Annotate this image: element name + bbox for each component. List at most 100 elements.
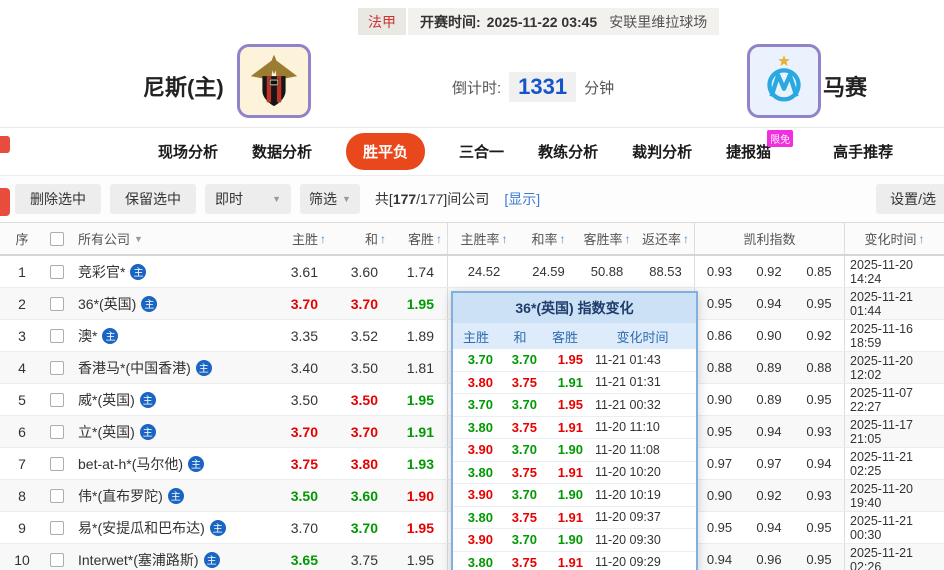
col-home-odds[interactable]: 主胜 ↑ [282, 223, 332, 254]
row-checkbox[interactable] [50, 488, 64, 503]
home-odds[interactable]: 3.70 [282, 512, 332, 543]
company-name[interactable]: 36*(英国) 主 [70, 288, 282, 319]
col-draw-rate[interactable]: 和率 ↑ [520, 223, 577, 254]
row-checkbox[interactable] [50, 456, 64, 471]
kelly-home: 0.95 [694, 288, 744, 319]
draw-odds[interactable]: 3.70 [332, 288, 392, 319]
company-name[interactable]: 竞彩官* 主 [70, 256, 282, 287]
home-main-badge: 主 [102, 327, 119, 344]
away-odds[interactable]: 1.81 [392, 352, 447, 383]
row-checkbox[interactable] [50, 424, 64, 439]
company-name[interactable]: 香港马*(中国香港) 主 [70, 352, 282, 383]
away-odds[interactable]: 1.93 [392, 448, 447, 479]
col-payout-rate[interactable]: 返还率 ↑ [637, 223, 694, 254]
tab-live-analysis[interactable]: 现场分析 [158, 141, 218, 162]
popup-row: 3.80 3.75 1.91 11-20 09:37 [453, 507, 696, 529]
away-odds[interactable]: 1.95 [392, 544, 447, 570]
row-checkbox[interactable] [50, 296, 64, 311]
tab-three-in-one[interactable]: 三合一 [459, 141, 504, 162]
row-checkbox-cell [44, 448, 70, 479]
tab-expert-picks[interactable]: 高手推荐 [833, 141, 893, 162]
home-odds[interactable]: 3.61 [282, 256, 332, 287]
kelly-draw: 0.90 [756, 328, 782, 343]
settings-button[interactable]: 设置/选 [876, 184, 944, 214]
tab-coach-analysis[interactable]: 教练分析 [538, 141, 598, 162]
home-odds[interactable]: 3.65 [282, 544, 332, 570]
tab-data-analysis[interactable]: 数据分析 [252, 141, 312, 162]
company-label: 威*(英国) [78, 391, 135, 408]
tab-referee-analysis[interactable]: 裁判分析 [632, 141, 692, 162]
col-away-rate[interactable]: 客胜率 ↑ [577, 223, 637, 254]
away-odds[interactable]: 1.95 [392, 512, 447, 543]
col-change-time[interactable]: 变化时间 ↑ [844, 223, 944, 254]
company-name[interactable]: 澳* 主 [70, 320, 282, 351]
company-name[interactable]: 威*(英国) 主 [70, 384, 282, 415]
home-odds[interactable]: 3.70 [282, 288, 332, 319]
row-checkbox[interactable] [50, 264, 64, 279]
away-odds[interactable]: 1.89 [392, 320, 447, 351]
draw-odds[interactable]: 3.52 [332, 320, 392, 351]
row-index: 8 [18, 487, 26, 504]
company-name[interactable]: bet-at-h*(马尔他) 主 [70, 448, 282, 479]
popup-change-time: 11-21 01:43 [595, 352, 661, 367]
tab-label: 数据分析 [252, 144, 313, 161]
draw-odds[interactable]: 3.70 [332, 416, 392, 447]
home-odds[interactable]: 3.35 [282, 320, 332, 351]
col-home-rate[interactable]: 主胜率 ↑ [447, 223, 520, 254]
row-checkbox[interactable] [50, 360, 64, 375]
time-mode-select[interactable]: 即时 ▼ [205, 184, 291, 214]
header-checkbox[interactable] [50, 231, 64, 246]
away-team-crest [747, 44, 821, 118]
home-odds[interactable]: 3.50 [282, 480, 332, 511]
home-odds[interactable]: 3.50 [282, 384, 332, 415]
away-odds[interactable]: 1.74 [392, 256, 447, 287]
tab-jiebao-cat[interactable]: 捷报猫 限免 [726, 130, 794, 162]
company-name[interactable]: 立*(英国) 主 [70, 416, 282, 447]
company-name[interactable]: Interwet*(塞浦路斯) 主 [70, 544, 282, 570]
away-odds[interactable]: 1.95 [392, 288, 447, 319]
company-name[interactable]: 伟*(直布罗陀) 主 [70, 480, 282, 511]
home-main-badge: 主 [167, 487, 184, 504]
show-link[interactable]: [显示] [504, 189, 540, 209]
draw-odds[interactable]: 3.50 [332, 352, 392, 383]
row-checkbox[interactable] [50, 392, 64, 407]
left-edge-widget[interactable] [0, 188, 10, 216]
tab-label: 裁判分析 [632, 144, 693, 161]
away-odds[interactable]: 1.95 [392, 384, 447, 415]
popup-col-time: 变化时间 [616, 329, 669, 345]
draw-odds[interactable]: 3.80 [332, 448, 392, 479]
home-main-badge: 主 [188, 455, 205, 472]
kelly-home: 0.95 [694, 416, 744, 447]
col-away-odds[interactable]: 客胜 ↑ [392, 223, 447, 254]
delete-selected-button[interactable]: 删除选中 [15, 184, 101, 214]
popup-change-time: 11-20 10:19 [595, 487, 661, 502]
home-odds[interactable]: 3.70 [282, 416, 332, 447]
col-draw-odds[interactable]: 和 ↑ [332, 223, 392, 254]
popup-change-time: 11-20 11:10 [595, 420, 660, 435]
company-label: 伟*(直布罗陀) [78, 487, 163, 504]
table-header-row: 序 所有公司 ▼ 主胜 ↑ 和 ↑ 客胜 ↑ 主胜率 ↑ 和率 ↑ 客胜率 ↑ 返还率 ↑ 凯利… [0, 222, 944, 256]
draw-odds[interactable]: 3.60 [332, 256, 392, 287]
row-checkbox-cell [44, 480, 70, 511]
row-checkbox[interactable] [50, 552, 64, 567]
keep-selected-button[interactable]: 保留选中 [110, 184, 196, 214]
draw-odds[interactable]: 3.75 [332, 544, 392, 570]
away-odds[interactable]: 1.90 [392, 480, 447, 511]
col-company[interactable]: 所有公司 ▼ [70, 223, 282, 254]
row-checkbox[interactable] [50, 520, 64, 535]
left-edge-widget[interactable] [0, 136, 10, 153]
home-odds[interactable]: 3.40 [282, 352, 332, 383]
draw-odds[interactable]: 3.70 [332, 512, 392, 543]
tab-win-draw-loss[interactable]: 胜平负 [346, 133, 426, 170]
change-time: 2025-11-16 18:59 [844, 320, 944, 351]
filter-select[interactable]: 筛选 ▼ [300, 184, 360, 214]
away-odds[interactable]: 1.91 [392, 416, 447, 447]
draw-odds[interactable]: 3.50 [332, 384, 392, 415]
popup-row: 3.90 3.70 1.90 11-20 09:30 [453, 529, 696, 552]
row-checkbox[interactable] [50, 328, 64, 343]
company-name[interactable]: 易*(安提瓜和巴布达) 主 [70, 512, 282, 543]
row-checkbox-cell [44, 384, 70, 415]
change-time: 2025-11-20 14:24 [844, 256, 944, 287]
draw-odds[interactable]: 3.60 [332, 480, 392, 511]
home-odds[interactable]: 3.75 [282, 448, 332, 479]
